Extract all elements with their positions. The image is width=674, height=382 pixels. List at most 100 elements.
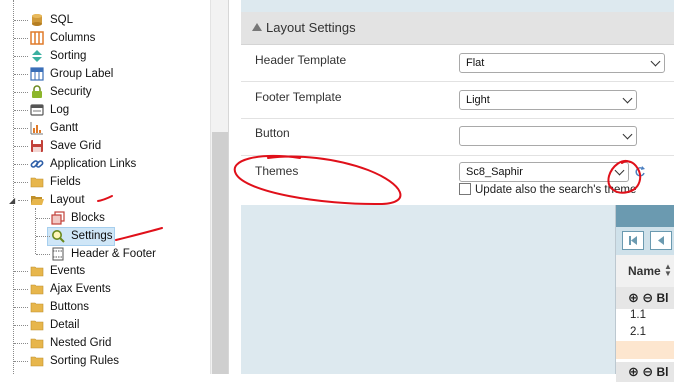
tree-scrollbar-thumb[interactable] [212, 132, 228, 374]
button-select[interactable] [459, 126, 637, 146]
tree-item-label: Nested Grid [50, 337, 112, 349]
tree-item-security[interactable]: Security [30, 83, 92, 101]
group-label-icon [30, 67, 44, 81]
lock-icon [32, 85, 42, 98]
tree-connector [14, 307, 28, 309]
tree-connector [14, 325, 28, 327]
tree-item-group-label[interactable]: Group Label [30, 65, 113, 83]
tree-item-label: Detail [50, 319, 80, 331]
preview-toolbar [616, 227, 674, 255]
footer-template-value: Light [466, 94, 490, 106]
folder-icon [30, 320, 44, 331]
layout-settings-header[interactable]: Layout Settings [241, 12, 674, 45]
folder-open-icon [31, 196, 44, 205]
database-icon [32, 14, 42, 26]
blocks-icon [51, 211, 65, 225]
first-page-button[interactable] [622, 231, 644, 250]
tree-connector [36, 236, 50, 238]
tree-connector [14, 182, 28, 184]
folder-icon [30, 338, 44, 349]
preview-title-bar [616, 205, 674, 227]
tree-item-blocks[interactable]: Blocks [51, 209, 105, 227]
collapse-triangle-icon[interactable] [252, 23, 262, 31]
tree-connector [14, 146, 28, 148]
tree-connector [14, 271, 28, 273]
expand-plus-icon[interactable]: ⊕ [628, 364, 639, 379]
group-label: Bl [656, 291, 669, 305]
chevron-down-icon [622, 129, 633, 140]
header-footer-icon [52, 247, 64, 261]
tree-item-ajax-events[interactable]: Ajax Events [30, 280, 111, 298]
tree-item-save-grid[interactable]: Save Grid [30, 137, 101, 155]
tree-item-header-footer[interactable]: Header & Footer [51, 245, 156, 263]
preview-cell: 1.1 [630, 309, 646, 321]
footer-template-select[interactable]: Light [459, 90, 637, 110]
header-template-label: Header Template [255, 53, 347, 67]
tree-item-columns[interactable]: Columns [30, 29, 95, 47]
tree-item-label: Group Label [50, 68, 114, 80]
collapse-minus-icon[interactable]: ⊖ [642, 364, 653, 379]
tree-item-layout[interactable]: Layout [30, 191, 85, 209]
checkbox-label: Update also the search's theme [475, 184, 637, 196]
sort-arrows-icon[interactable]: ▲ ▼ [664, 263, 672, 278]
tree-item-nested-grid[interactable]: Nested Grid [30, 334, 111, 352]
group-label: Bl [656, 365, 669, 379]
tree-item-events[interactable]: Events [30, 262, 85, 280]
tree-item-sql[interactable]: SQL [30, 11, 73, 29]
tree-item-sorting[interactable]: Sorting [30, 47, 86, 65]
tree-connector [14, 128, 28, 130]
collapse-minus-icon[interactable]: ⊖ [642, 290, 653, 305]
tree-connector [14, 361, 28, 363]
tree-item-label: Log [50, 104, 70, 116]
tree-item-label: Columns [50, 32, 96, 44]
gantt-chart-icon [30, 122, 43, 135]
panel-title: Layout Settings [266, 20, 356, 35]
tree-connector [14, 20, 28, 22]
previous-page-button[interactable] [650, 231, 672, 250]
tree-item-label: Blocks [71, 212, 105, 224]
chevron-down-icon [650, 56, 661, 67]
columns-icon [30, 31, 44, 45]
magnifier-icon [52, 230, 65, 243]
tree-item-label: Settings [71, 230, 113, 242]
tree-connector [14, 164, 28, 166]
row-themes: Themes Sc8_Saphir Update also the search… [241, 156, 674, 204]
tree-item-detail[interactable]: Detail [30, 316, 79, 334]
checkbox-box[interactable] [459, 183, 471, 195]
tree-item-application-links[interactable]: Application Links [30, 155, 136, 173]
tree-item-settings[interactable]: Settings [51, 227, 113, 245]
folder-icon [30, 284, 44, 295]
tree-item-label: Save Grid [50, 140, 102, 152]
tree-scrollbar[interactable] [210, 0, 228, 374]
tree-item-fields[interactable]: Fields [30, 173, 81, 191]
tree-connector [14, 110, 28, 112]
collapse-arrow-icon[interactable]: ◢ [9, 197, 15, 205]
folder-icon [30, 356, 44, 367]
themes-select[interactable]: Sc8_Saphir [459, 162, 629, 182]
tree-connector [14, 74, 28, 76]
preview-column-header[interactable]: Name ▲ ▼ [616, 255, 674, 288]
tree-item-label: SQL [50, 14, 74, 26]
update-search-theme-checkbox[interactable]: Update also the search's theme [459, 183, 636, 196]
tree-connector [36, 254, 50, 256]
themes-value: Sc8_Saphir [466, 166, 523, 178]
sort-icon [32, 50, 42, 62]
column-name-label: Name [628, 264, 661, 278]
log-icon [30, 104, 44, 116]
tree-item-buttons[interactable]: Buttons [30, 298, 89, 316]
chevron-down-icon [622, 93, 633, 104]
themes-label: Themes [255, 164, 299, 178]
tree-connector [14, 92, 28, 94]
header-template-select[interactable]: Flat [459, 53, 665, 73]
folder-icon [30, 302, 44, 313]
tree-connector [36, 218, 50, 220]
tree-item-gantt[interactable]: Gantt [30, 119, 78, 137]
tree-item-log[interactable]: Log [30, 101, 69, 119]
chevron-down-icon [614, 165, 625, 176]
refresh-icon[interactable] [634, 166, 646, 178]
tree-item-sorting-rules[interactable]: Sorting Rules [30, 352, 119, 370]
tree-item-label: Sorting [50, 50, 87, 62]
expand-plus-icon[interactable]: ⊕ [628, 290, 639, 305]
tree-item-label: Application Links [50, 158, 137, 170]
tree-item-label: Events [50, 265, 86, 277]
